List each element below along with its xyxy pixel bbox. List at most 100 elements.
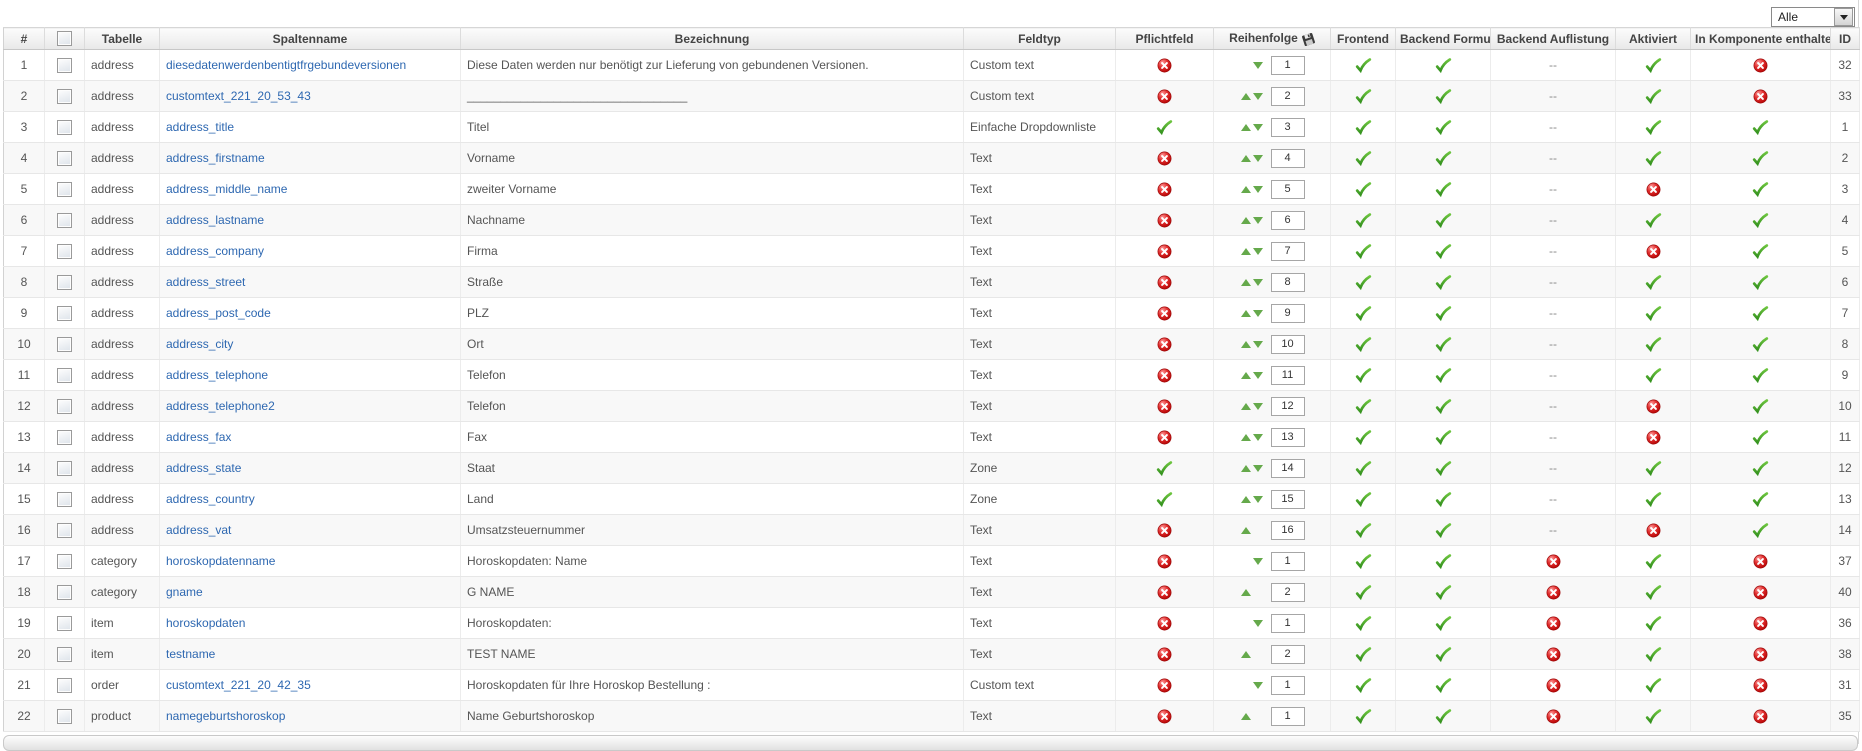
order-input[interactable] <box>1271 490 1305 509</box>
backend-formular-toggle[interactable] <box>1435 119 1452 136</box>
pflichtfeld-toggle[interactable] <box>1157 585 1172 600</box>
row-checkbox[interactable] <box>57 182 72 197</box>
order-down-arrow[interactable] <box>1253 310 1263 317</box>
order-input[interactable] <box>1271 87 1305 106</box>
row-checkbox[interactable] <box>57 120 72 135</box>
row-checkbox[interactable] <box>57 554 72 569</box>
in-komponente-toggle[interactable] <box>1753 709 1768 724</box>
order-up-arrow[interactable] <box>1241 217 1251 224</box>
order-input[interactable] <box>1271 273 1305 292</box>
pflichtfeld-toggle[interactable] <box>1156 491 1173 508</box>
frontend-toggle[interactable] <box>1355 646 1372 663</box>
backend-formular-toggle[interactable] <box>1435 553 1452 570</box>
in-komponente-toggle[interactable] <box>1753 585 1768 600</box>
aktiviert-toggle[interactable] <box>1646 244 1661 259</box>
in-komponente-toggle[interactable] <box>1753 554 1768 569</box>
aktiviert-toggle[interactable] <box>1645 646 1662 663</box>
aktiviert-toggle[interactable] <box>1645 119 1662 136</box>
aktiviert-toggle[interactable] <box>1645 460 1662 477</box>
spaltenname-link[interactable]: address_middle_name <box>166 182 287 196</box>
order-down-arrow[interactable] <box>1253 217 1263 224</box>
row-checkbox[interactable] <box>57 151 72 166</box>
in-komponente-toggle[interactable] <box>1752 429 1769 446</box>
order-up-arrow[interactable] <box>1241 155 1251 162</box>
save-order-icon[interactable] <box>1302 33 1315 46</box>
order-input[interactable] <box>1271 552 1305 571</box>
backend-formular-toggle[interactable] <box>1435 398 1452 415</box>
spaltenname-link[interactable]: horoskopdaten <box>166 616 245 630</box>
in-komponente-toggle[interactable] <box>1752 305 1769 322</box>
order-input[interactable] <box>1271 397 1305 416</box>
backend-formular-toggle[interactable] <box>1435 491 1452 508</box>
in-komponente-toggle[interactable] <box>1752 181 1769 198</box>
backend-auflistung-toggle[interactable] <box>1546 647 1561 662</box>
in-komponente-toggle[interactable] <box>1753 647 1768 662</box>
row-checkbox[interactable] <box>57 337 72 352</box>
pflichtfeld-toggle[interactable] <box>1157 306 1172 321</box>
aktiviert-toggle[interactable] <box>1645 553 1662 570</box>
order-down-arrow[interactable] <box>1253 186 1263 193</box>
backend-formular-toggle[interactable] <box>1435 367 1452 384</box>
order-up-arrow[interactable] <box>1241 434 1251 441</box>
backend-formular-toggle[interactable] <box>1435 57 1452 74</box>
pflichtfeld-toggle[interactable] <box>1157 58 1172 73</box>
in-komponente-toggle[interactable] <box>1752 398 1769 415</box>
order-up-arrow[interactable] <box>1241 93 1251 100</box>
order-down-arrow[interactable] <box>1253 620 1263 627</box>
aktiviert-toggle[interactable] <box>1645 615 1662 632</box>
spaltenname-link[interactable]: address_telephone <box>166 368 268 382</box>
backend-formular-toggle[interactable] <box>1435 646 1452 663</box>
row-checkbox[interactable] <box>57 616 72 631</box>
pflichtfeld-toggle[interactable] <box>1157 244 1172 259</box>
frontend-toggle[interactable] <box>1355 119 1372 136</box>
spaltenname-link[interactable]: address_firstname <box>166 151 265 165</box>
backend-formular-toggle[interactable] <box>1435 212 1452 229</box>
frontend-toggle[interactable] <box>1355 243 1372 260</box>
aktiviert-toggle[interactable] <box>1646 430 1661 445</box>
backend-formular-toggle[interactable] <box>1435 274 1452 291</box>
aktiviert-toggle[interactable] <box>1645 336 1662 353</box>
spaltenname-link[interactable]: address_title <box>166 120 234 134</box>
aktiviert-toggle[interactable] <box>1645 57 1662 74</box>
select-all-checkbox[interactable] <box>57 31 72 46</box>
frontend-toggle[interactable] <box>1355 677 1372 694</box>
frontend-toggle[interactable] <box>1355 150 1372 167</box>
row-checkbox[interactable] <box>57 244 72 259</box>
aktiviert-toggle[interactable] <box>1645 150 1662 167</box>
frontend-toggle[interactable] <box>1355 553 1372 570</box>
row-checkbox[interactable] <box>57 430 72 445</box>
frontend-toggle[interactable] <box>1355 615 1372 632</box>
backend-formular-toggle[interactable] <box>1435 677 1452 694</box>
order-up-arrow[interactable] <box>1241 279 1251 286</box>
row-checkbox[interactable] <box>57 709 72 724</box>
frontend-toggle[interactable] <box>1355 212 1372 229</box>
aktiviert-toggle[interactable] <box>1646 523 1661 538</box>
spaltenname-link[interactable]: horoskopdatenname <box>166 554 275 568</box>
frontend-toggle[interactable] <box>1355 398 1372 415</box>
frontend-toggle[interactable] <box>1355 429 1372 446</box>
order-down-arrow[interactable] <box>1253 372 1263 379</box>
spaltenname-link[interactable]: address_vat <box>166 523 231 537</box>
pflichtfeld-toggle[interactable] <box>1157 275 1172 290</box>
aktiviert-toggle[interactable] <box>1645 367 1662 384</box>
row-checkbox[interactable] <box>57 647 72 662</box>
pflichtfeld-toggle[interactable] <box>1157 430 1172 445</box>
aktiviert-toggle[interactable] <box>1646 182 1661 197</box>
spaltenname-link[interactable]: address_post_code <box>166 306 271 320</box>
order-input[interactable] <box>1271 645 1305 664</box>
in-komponente-toggle[interactable] <box>1752 274 1769 291</box>
pflichtfeld-toggle[interactable] <box>1157 151 1172 166</box>
backend-auflistung-toggle[interactable] <box>1546 709 1561 724</box>
order-input[interactable] <box>1271 56 1305 75</box>
backend-auflistung-toggle[interactable] <box>1546 554 1561 569</box>
pflichtfeld-toggle[interactable] <box>1157 182 1172 197</box>
aktiviert-toggle[interactable] <box>1645 491 1662 508</box>
order-up-arrow[interactable] <box>1241 527 1251 534</box>
pflichtfeld-toggle[interactable] <box>1157 554 1172 569</box>
aktiviert-toggle[interactable] <box>1645 584 1662 601</box>
frontend-toggle[interactable] <box>1355 708 1372 725</box>
row-checkbox[interactable] <box>57 492 72 507</box>
order-down-arrow[interactable] <box>1253 558 1263 565</box>
row-checkbox[interactable] <box>57 585 72 600</box>
pflichtfeld-toggle[interactable] <box>1157 709 1172 724</box>
